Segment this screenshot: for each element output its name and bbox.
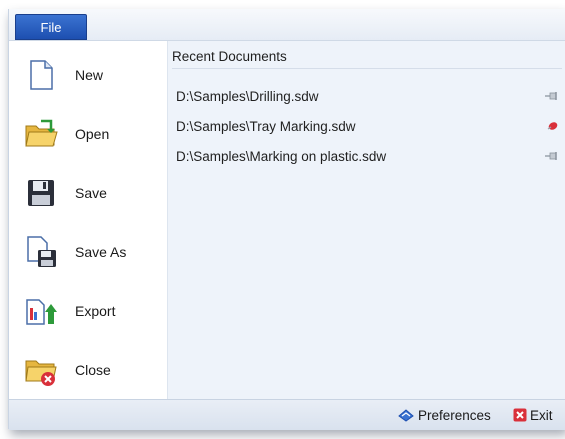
recent-documents-panel: Recent Documents D:\Samples\Drilling.sdw… [168,41,565,399]
unpinned-pin-icon[interactable] [544,150,560,162]
menu-item-label: Save [75,185,107,201]
menu-item-open[interactable]: Open [9,108,167,160]
open-folder-icon [24,117,58,151]
preferences-label: Preferences [418,407,491,423]
document-path: D:\Samples\Tray Marking.sdw [176,118,356,134]
ribbon-bar: File [9,9,565,41]
menu-item-label: Open [75,126,110,142]
divider [172,68,562,69]
recent-document-item[interactable]: D:\Samples\Marking on plastic.sdw [176,145,565,167]
export-icon [24,294,58,328]
menu-item-close[interactable]: Close [9,344,167,396]
file-tab[interactable]: File [15,14,87,40]
close-folder-icon [24,353,58,387]
exit-button[interactable]: Exit [513,406,553,424]
unpinned-pin-icon[interactable] [544,90,560,102]
recent-documents-title: Recent Documents [172,49,287,64]
menu-item-label: Export [75,303,116,319]
menu-item-save[interactable]: Save [9,167,167,219]
document-path: D:\Samples\Drilling.sdw [176,88,319,104]
exit-label: Exit [530,407,553,423]
footer-bar: Preferences Exit [9,399,565,430]
menu-item-label: Close [75,362,111,378]
new-document-icon [24,58,58,92]
menu-item-export[interactable]: Export [9,285,167,337]
menu-item-save-as[interactable]: Save As [9,226,167,278]
menu-item-label: New [75,67,104,83]
save-disk-icon [24,176,58,210]
pinned-pin-icon[interactable] [544,120,560,132]
exit-icon [513,408,527,422]
menu-item-new[interactable]: New [9,49,167,101]
menu-item-label: Save As [75,244,127,260]
document-path: D:\Samples\Marking on plastic.sdw [176,148,387,164]
recent-document-item[interactable]: D:\Samples\Drilling.sdw [176,85,565,107]
recent-document-item[interactable]: D:\Samples\Tray Marking.sdw [176,115,565,137]
preferences-icon [398,409,414,422]
preferences-button[interactable]: Preferences [397,406,491,424]
file-backstage-window: File New Open Save Save As Export Close … [8,9,565,430]
file-menu: New Open Save Save As Export Close [9,41,168,399]
save-as-icon [24,235,58,269]
